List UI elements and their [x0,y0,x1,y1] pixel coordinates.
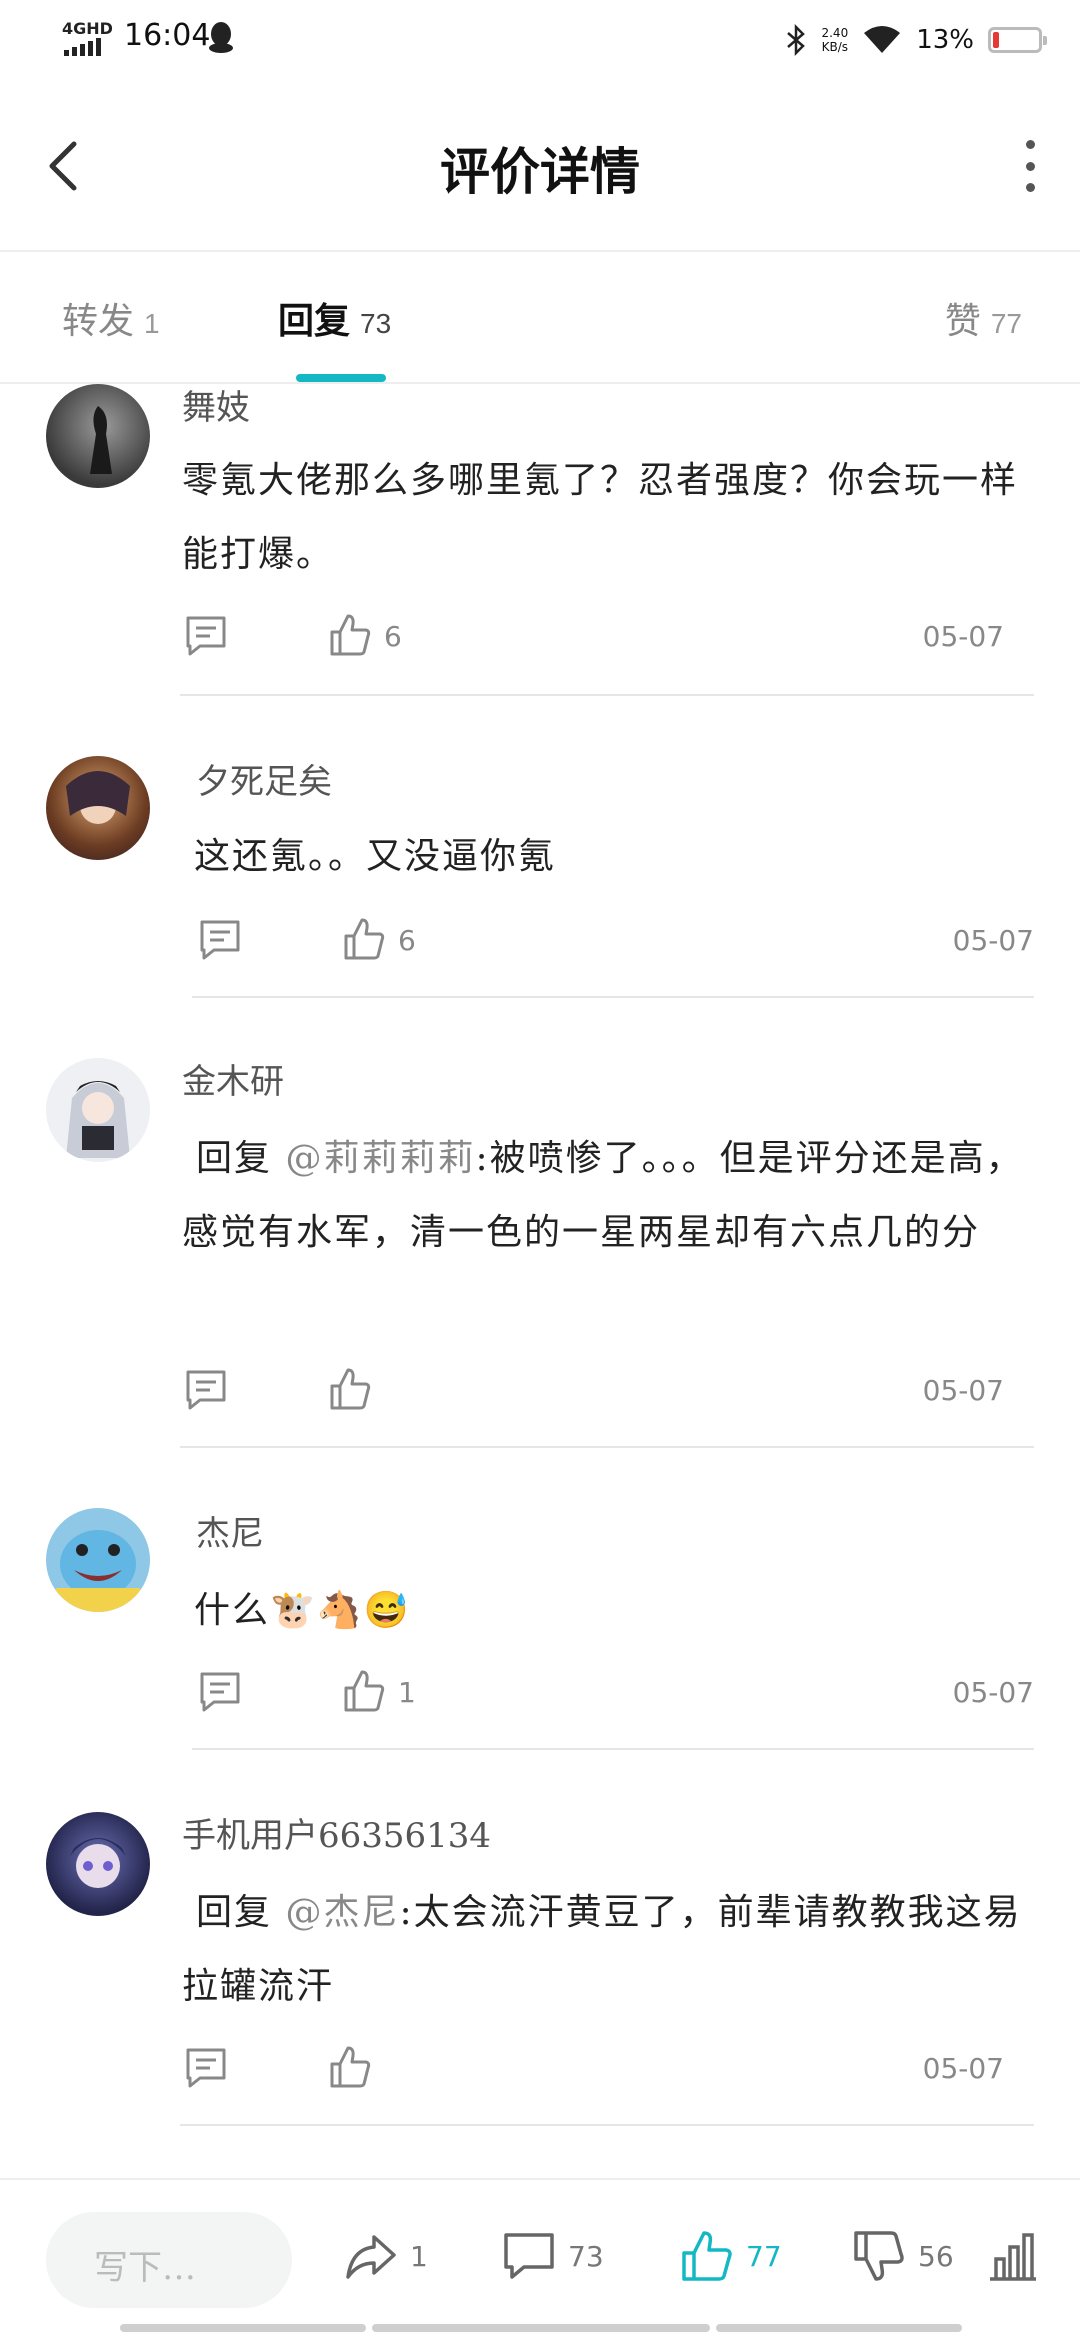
avatar[interactable] [46,756,150,860]
dislike-button[interactable]: 56 [852,2226,954,2286]
reply-text: 什么🐮🐴😅 [194,1590,411,1631]
reply-date: 05-07 [952,924,1034,957]
comment-icon[interactable] [184,614,228,658]
page-title: 评价详情 [440,142,640,201]
avatar[interactable] [46,1058,150,1162]
reply-actions: 05-07 [184,2044,1004,2094]
wifi-icon [864,26,901,53]
reply-text: 这还氪。。又没逼你氪 [194,836,557,877]
share-icon [346,2235,396,2279]
bar-chart-icon [990,2233,1036,2281]
divider [180,1446,1034,1448]
thumbs-down-icon [854,2231,904,2281]
like-icon[interactable] [328,1366,372,1412]
mention-link[interactable]: @杰尼 [285,1892,399,1933]
network-indicator: 4GHD [62,19,113,38]
share-button[interactable]: 1 [344,2226,428,2286]
clock: 16:04 [124,18,211,53]
tab-replies[interactable]: 回复 73 [278,292,391,344]
reply-username[interactable]: 金木研 [182,1054,284,1103]
reply-actions: 6 05-07 [198,916,1034,966]
gesture-bar [120,2324,366,2332]
comment-icon[interactable] [198,918,242,962]
avatar[interactable] [46,1508,150,1612]
like-icon[interactable] [342,916,386,962]
comment-icon[interactable] [184,1368,228,1412]
like-icon[interactable] [328,2044,372,2090]
like-count: 6 [398,924,416,957]
battery-percent: 13% [916,25,974,55]
tab-forward[interactable]: 转发 1 [62,292,160,344]
active-tab-indicator [296,374,386,382]
like-icon[interactable] [328,612,372,658]
reply-username[interactable]: 夕死足矣 [196,754,332,803]
reply-actions: 1 05-07 [198,1668,1034,1718]
comment-icon[interactable] [184,2046,228,2090]
like-count: 6 [384,620,402,653]
signal-icon [64,38,101,56]
avatar[interactable] [46,384,150,488]
tab-likes[interactable]: 赞 77 [945,292,1022,344]
tab-bar: 转发 1 回复 73 赞 77 [0,252,1080,384]
stats-button[interactable] [986,2226,1040,2286]
reply-date: 05-07 [922,1374,1004,1407]
reply-date: 05-07 [922,2052,1004,2085]
network-speed: 2.40 KB/s [821,26,849,54]
like-count: 1 [398,1676,416,1709]
gesture-bar [372,2324,710,2332]
reply-username[interactable]: 舞妓 [182,380,250,429]
status-right: 2.40 KB/s 13% [785,18,1047,62]
reply-actions: 05-07 [184,1366,1004,1416]
reply-text: 回复 @杰尼:太会流汗黄豆了，前辈请教教我这易拉罐流汗 [182,1892,1022,2007]
status-bar: 4GHD 16:04 2.40 KB/s 13% [0,0,1080,80]
qq-penguin-icon [209,22,233,53]
avatar[interactable] [46,1812,150,1916]
battery-icon [988,27,1047,53]
comment-icon[interactable] [198,1670,242,1714]
reply-username[interactable]: 手机用户66356134 [182,1808,491,1857]
comment-icon [504,2233,554,2279]
write-reply-input[interactable]: 写下… [46,2212,292,2308]
reply-text: 零氪大佬那么多哪里氪了？忍者强度？你会玩一样能打爆。 [182,460,1019,575]
reply-actions: 6 05-07 [184,612,1004,662]
like-icon[interactable] [342,1668,386,1714]
divider [192,996,1034,998]
header: 评价详情 [0,80,1080,252]
reply-username[interactable]: 杰尼 [196,1506,264,1555]
thumbs-up-icon [682,2231,732,2281]
more-options-icon[interactable] [1010,140,1050,192]
like-button[interactable]: 77 [680,2226,782,2286]
reply-text: 回复 @莉莉莉莉:被喷惨了。。。但是评分还是高，感觉有水军，清一色的一星两星却有… [182,1138,1024,1253]
divider [180,694,1034,696]
reply-date: 05-07 [952,1676,1034,1709]
comment-count-button[interactable]: 73 [502,2226,604,2286]
gesture-bar [716,2324,962,2332]
battery-level [993,32,999,48]
mention-link[interactable]: @莉莉莉莉 [285,1138,475,1179]
divider [192,1748,1034,1750]
bluetooth-icon [787,24,806,56]
reply-date: 05-07 [922,620,1004,653]
bottom-action-bar: 写下… 1 73 77 56 [0,2178,1080,2342]
divider [180,2124,1034,2126]
